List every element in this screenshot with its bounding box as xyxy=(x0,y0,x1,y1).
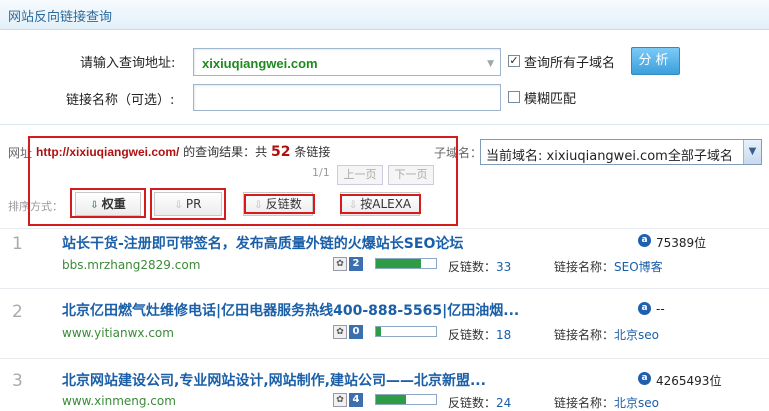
backlinks-count[interactable]: 24 xyxy=(496,396,511,410)
row-title-link[interactable]: 北京网站建设公司,专业网站设计,网站制作,建站公司——北京新盟... xyxy=(62,370,486,390)
alexa-icon: a xyxy=(638,234,651,247)
backlinks-label: 反链数： xyxy=(448,396,497,410)
row-number: 2 xyxy=(12,302,23,322)
row-number: 3 xyxy=(12,371,23,391)
all-subdomains-label: 查询所有子域名 xyxy=(524,56,616,71)
link-name-value: 北京seo xyxy=(614,328,659,342)
row-title-link[interactable]: 北京亿田燃气灶维修电话|亿田电器服务热线400-888-5565|亿田油烟... xyxy=(62,300,519,320)
link-name-label: 链接名称（可选）: xyxy=(66,93,175,108)
annotation-box xyxy=(70,188,146,218)
weight-bar xyxy=(375,326,437,337)
annotation-box xyxy=(150,188,226,220)
backlinks-label: 反链数： xyxy=(448,260,497,274)
subdomain-select-value: 当前域名: xixiuqiangwei.com全部子域名 xyxy=(486,149,733,164)
pr-badge: ✿ 4 xyxy=(333,392,371,408)
link-name: 链接名称：北京seo xyxy=(554,326,659,343)
url-input-value: xixiuqiangwei.com xyxy=(202,56,318,71)
chevron-down-icon[interactable]: ▼ xyxy=(743,140,761,164)
url-label: 请输入查询地址: xyxy=(80,56,176,71)
page-title: 网站反向链接查询 xyxy=(8,10,113,25)
pr-value: 2 xyxy=(349,257,363,271)
all-subdomains-checkbox[interactable]: ✓ xyxy=(508,55,520,67)
backlinks: 反链数：24 xyxy=(448,394,511,411)
title-bar: 网站反向链接查询 xyxy=(0,0,769,30)
weight-bar xyxy=(375,258,437,269)
link-name: 链接名称：SEO博客 xyxy=(554,258,663,275)
url-input[interactable]: xixiuqiangwei.com ▼ xyxy=(193,48,501,76)
row-number: 1 xyxy=(12,234,23,254)
alexa-rank: 75389位 xyxy=(656,236,707,250)
paw-icon: ✿ xyxy=(333,257,347,271)
divider xyxy=(0,124,769,125)
annotation-box xyxy=(244,194,315,214)
fuzzy-match-label: 模糊匹配 xyxy=(524,92,577,107)
row-url[interactable]: www.xinmeng.com xyxy=(62,394,176,408)
alexa-icon: a xyxy=(638,372,651,385)
backlinks-count[interactable]: 33 xyxy=(496,260,511,274)
link-name-value: SEO博客 xyxy=(614,260,663,274)
link-name-label: 链接名称： xyxy=(554,260,615,274)
link-name-label: 链接名称： xyxy=(554,396,615,410)
backlinks: 反链数：18 xyxy=(448,326,511,343)
link-name-value: 北京seo xyxy=(614,396,659,410)
fuzzy-match-checkbox[interactable] xyxy=(508,91,520,103)
row-url[interactable]: bbs.mrzhang2829.com xyxy=(62,258,200,272)
paw-icon: ✿ xyxy=(333,393,347,407)
link-name-input[interactable] xyxy=(193,84,501,111)
paw-icon: ✿ xyxy=(333,325,347,339)
subdomain-select[interactable]: 当前域名: xixiuqiangwei.com全部子域名 ▼ xyxy=(480,139,762,165)
divider xyxy=(0,288,769,289)
dropdown-arrow-icon[interactable]: ▼ xyxy=(487,59,494,69)
backlinks-count[interactable]: 18 xyxy=(496,328,511,342)
pr-value: 0 xyxy=(349,325,363,339)
divider xyxy=(0,358,769,359)
alexa-rank: 4265493位 xyxy=(656,374,722,388)
pr-badge: ✿ 2 xyxy=(333,256,371,272)
alexa-rank: -- xyxy=(656,302,665,316)
pr-badge: ✿ 0 xyxy=(333,324,371,340)
link-name: 链接名称：北京seo xyxy=(554,394,659,411)
annotation-box xyxy=(340,194,421,214)
row-title-link[interactable]: 站长干货-注册即可带签名，发布高质量外链的火爆站长SEO论坛 xyxy=(62,233,463,253)
divider xyxy=(0,228,769,229)
link-name-label: 链接名称： xyxy=(554,328,615,342)
pr-value: 4 xyxy=(349,393,363,407)
row-url[interactable]: www.yitianwx.com xyxy=(62,326,174,340)
analyze-button[interactable]: 分析 xyxy=(631,47,680,75)
alexa-icon: a xyxy=(638,302,651,315)
backlinks: 反链数：33 xyxy=(448,258,511,275)
backlinks-label: 反链数： xyxy=(448,328,497,342)
